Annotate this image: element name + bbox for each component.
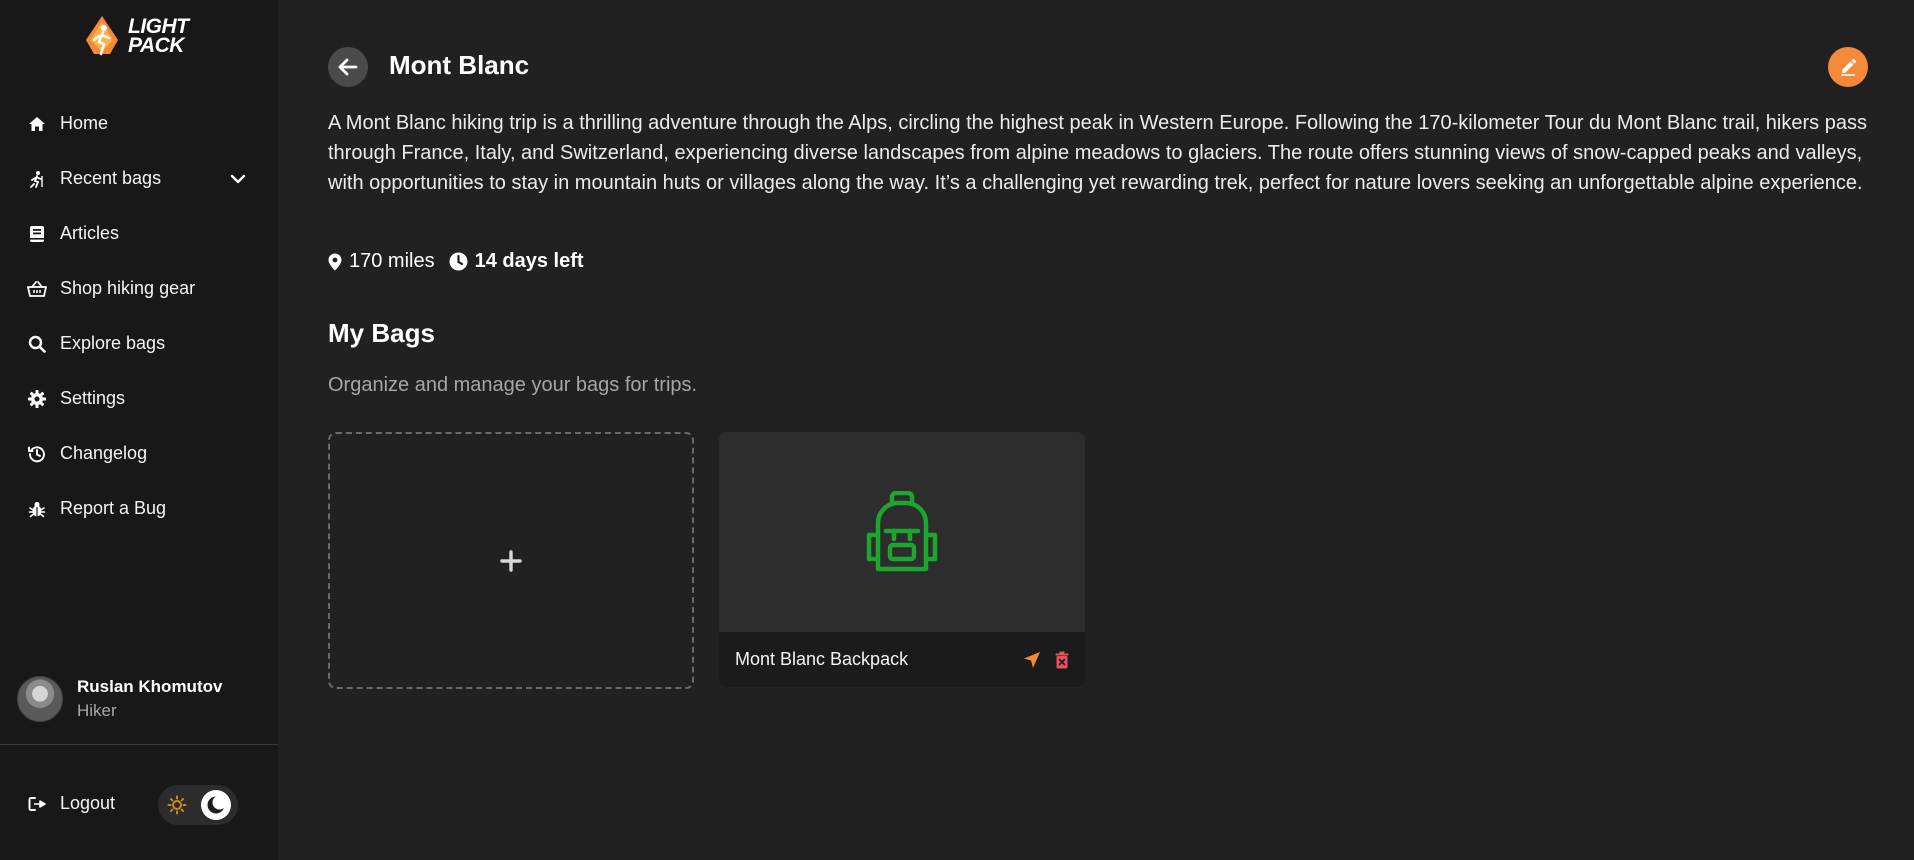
bag-image — [719, 432, 1085, 632]
sidebar-item-home[interactable]: Home — [0, 96, 278, 151]
sidebar-nav: Home Recent bags Articles Shop hiking ge… — [0, 96, 278, 536]
sidebar-item-label: Articles — [60, 223, 120, 243]
profile-role: Hiker — [77, 701, 117, 720]
back-button[interactable] — [328, 47, 368, 87]
sidebar-item-label: Recent bags — [60, 168, 162, 188]
gear-icon — [27, 389, 47, 409]
user-profile[interactable]: Ruslan Khomutov Hiker — [17, 676, 222, 722]
trip-days-left: 14 days left — [449, 250, 584, 273]
sidebar: LIGHT PACK Home Recent bags Articles Sho… — [0, 0, 278, 860]
sidebar-item-label: Explore bags — [60, 333, 166, 353]
delete-icon[interactable] — [1055, 651, 1069, 669]
logout-icon — [27, 796, 47, 812]
profile-name: Ruslan Khomutov — [77, 677, 223, 696]
bag-card[interactable]: Mont Blanc Backpack — [719, 432, 1085, 687]
toggle-knob — [201, 790, 231, 820]
sidebar-divider — [0, 744, 278, 745]
trip-distance: 170 miles — [328, 250, 435, 273]
section-title: My Bags — [328, 318, 435, 348]
hiker-icon — [27, 169, 47, 189]
sidebar-item-report-bug[interactable]: Report a Bug — [0, 481, 278, 536]
brand-wordmark: LIGHT PACK — [128, 15, 189, 57]
navigate-icon[interactable] — [1023, 651, 1041, 669]
basket-icon — [27, 279, 47, 299]
sidebar-item-articles[interactable]: Articles — [0, 206, 278, 261]
sidebar-item-explore[interactable]: Explore bags — [0, 316, 278, 371]
location-pin-icon — [328, 253, 342, 271]
brand-logo[interactable]: LIGHT PACK — [80, 14, 189, 58]
moon-icon — [206, 795, 226, 815]
sidebar-item-label: Settings — [60, 388, 126, 408]
sidebar-item-recent-bags[interactable]: Recent bags — [0, 151, 278, 206]
bag-name: Mont Blanc Backpack — [735, 649, 909, 669]
add-bag-card[interactable] — [328, 432, 694, 689]
sidebar-item-label: Home — [60, 113, 109, 133]
main-content: Mont Blanc A Mont Blanc hiking trip is a… — [278, 0, 1914, 860]
arrow-left-icon — [338, 58, 358, 76]
sidebar-item-label: Changelog — [60, 443, 148, 463]
logout-label: Logout — [60, 793, 116, 813]
sidebar-item-label: Report a Bug — [60, 498, 167, 518]
clock-icon — [449, 252, 468, 271]
book-icon — [27, 224, 47, 244]
avatar[interactable] — [17, 676, 63, 722]
logout-button[interactable]: Logout — [27, 793, 115, 814]
logo-mark-icon — [86, 16, 118, 56]
page-title: Mont Blanc — [389, 50, 530, 80]
chevron-down-icon[interactable] — [230, 174, 246, 184]
search-icon — [27, 334, 47, 354]
sidebar-item-label: Shop hiking gear — [60, 278, 196, 298]
bag-actions — [1023, 651, 1069, 669]
distance-value: 170 miles — [349, 250, 435, 272]
plus-icon — [499, 549, 523, 573]
section-subtitle: Organize and manage your bags for trips. — [328, 374, 698, 396]
sidebar-item-changelog[interactable]: Changelog — [0, 426, 278, 481]
trip-description: A Mont Blanc hiking trip is a thrilling … — [328, 112, 1867, 194]
bag-card-footer: Mont Blanc Backpack — [719, 632, 1085, 687]
edit-trip-button[interactable] — [1828, 47, 1868, 87]
sidebar-item-shop[interactable]: Shop hiking gear — [0, 261, 278, 316]
backpack-icon — [864, 491, 940, 573]
pencil-icon — [1838, 57, 1858, 77]
bug-icon — [27, 499, 47, 519]
sidebar-item-settings[interactable]: Settings — [0, 371, 278, 426]
theme-toggle[interactable] — [158, 785, 238, 825]
days-left-value: 14 days left — [474, 250, 584, 272]
history-icon — [27, 444, 47, 464]
sun-icon — [167, 795, 187, 815]
trip-meta: 170 miles 14 days left — [328, 250, 584, 273]
home-icon — [27, 114, 47, 134]
